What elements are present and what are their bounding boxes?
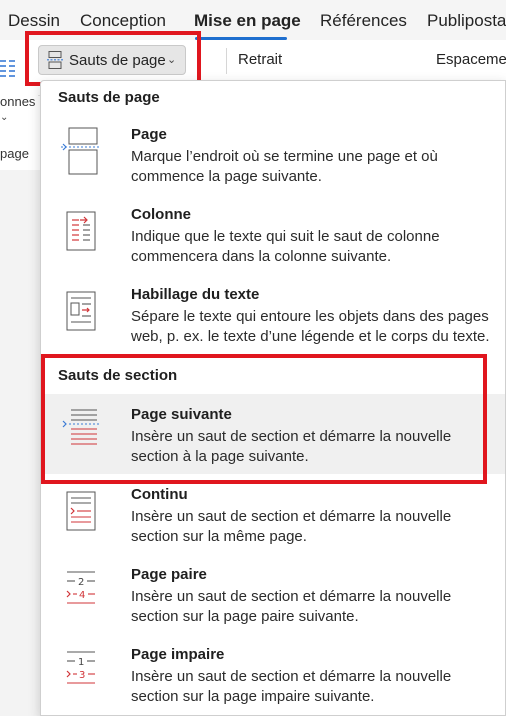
menu-item-title: Colonne	[131, 206, 191, 223]
highlight-box-breaks-button	[25, 31, 201, 86]
menu-item-description: Insère un saut de section et démarre la …	[131, 668, 452, 705]
menu-item-column[interactable]: Colonne Indique que le texte qui suit le…	[41, 194, 505, 274]
menu-item-even-page[interactable]: 2 4 Page paire Insère un saut de section…	[41, 554, 505, 634]
columns-icon	[0, 60, 15, 77]
highlight-box-section-breaks	[41, 354, 487, 484]
spacing-label: Espacemen	[436, 51, 506, 68]
page-break-icon	[61, 127, 101, 175]
tab-mise-en-page[interactable]: Mise en page	[194, 11, 301, 31]
menu-item-page[interactable]: Page Marque l’endroit où se termine une …	[41, 114, 505, 194]
ribbon-separator	[226, 48, 227, 74]
menu-item-title: Page	[131, 126, 167, 143]
menu-item-text-wrapping[interactable]: Habillage du texte Sépare le texte qui e…	[41, 274, 505, 354]
menu-item-description: Marque l’endroit où se termine une page …	[131, 148, 438, 185]
svg-text:4: 4	[79, 590, 85, 601]
menu-item-title: Habillage du texte	[131, 286, 260, 303]
menu-item-description: Indique que le texte qui suit le saut de…	[131, 228, 440, 265]
svg-text:2: 2	[78, 577, 84, 588]
columns-label: onnes	[0, 94, 36, 109]
svg-text:3: 3	[79, 670, 85, 681]
menu-item-continuous[interactable]: Continu Insère un saut de section et dém…	[41, 474, 505, 554]
menu-item-description: Sépare le texte qui entoure les objets d…	[131, 308, 490, 345]
menu-item-title: Continu	[131, 486, 188, 503]
tab-publipostage[interactable]: Publiposta	[427, 11, 506, 31]
svg-text:1: 1	[78, 657, 84, 668]
menu-item-title: Page impaire	[131, 646, 225, 663]
continuous-icon	[66, 491, 96, 531]
tab-dessin[interactable]: Dessin	[8, 11, 60, 31]
menu-item-description: Insère un saut de section et démarre la …	[131, 508, 452, 545]
menu-item-description: Insère un saut de section et démarre la …	[131, 588, 452, 625]
chevron-down-icon: ⌄	[0, 112, 9, 123]
column-break-icon	[66, 211, 96, 251]
menu-item-odd-page[interactable]: 1 3 Page impaire Insère un saut de secti…	[41, 634, 505, 714]
indent-label: Retrait	[238, 51, 283, 68]
page-setup-group-label: page	[0, 146, 29, 161]
even-page-icon: 2 4	[66, 571, 95, 604]
page-breaks-heading: Sauts de page	[58, 89, 160, 106]
tab-conception[interactable]: Conception	[80, 11, 166, 31]
tab-references[interactable]: Références	[320, 11, 407, 31]
odd-page-icon: 1 3	[66, 651, 95, 684]
menu-item-title: Page paire	[131, 566, 207, 583]
text-wrapping-icon	[66, 291, 96, 331]
